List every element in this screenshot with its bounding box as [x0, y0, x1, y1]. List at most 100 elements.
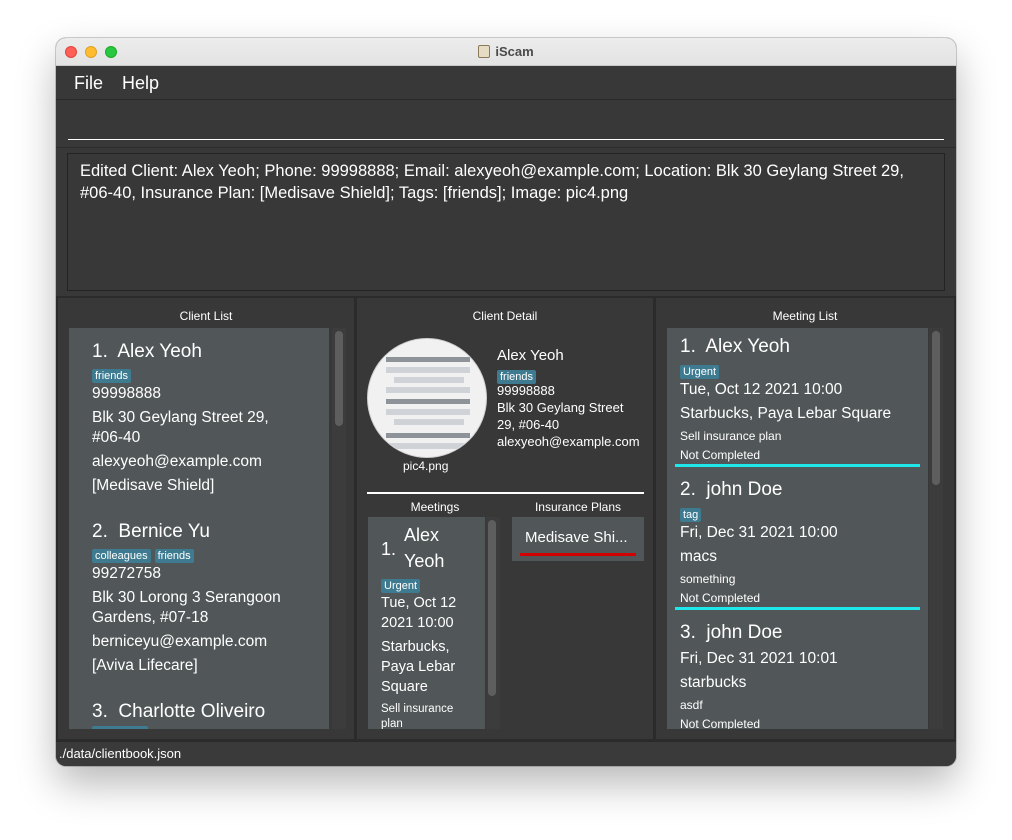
- app-window: iScam File Help Edited Client: Alex Yeoh…: [56, 38, 956, 766]
- result-display: Edited Client: Alex Yeoh; Phone: 9999888…: [67, 153, 945, 291]
- client-index: 1.: [92, 341, 108, 362]
- client-list-scrollbar[interactable]: [335, 331, 343, 426]
- meeting-tags: tag: [680, 505, 705, 523]
- status-bar-path: ./data/clientbook.json: [59, 746, 182, 761]
- photo-content: [386, 367, 470, 373]
- meeting-status: Not Completed: [680, 717, 761, 729]
- client-name: Alex Yeoh: [117, 341, 202, 362]
- meeting-location: starbucks: [680, 674, 747, 691]
- meeting-description-line-1: Sell insurance: [381, 703, 454, 715]
- meeting-name: john Doe: [706, 622, 783, 643]
- window-title-group: iScam: [56, 44, 956, 59]
- meeting-date-line-2: 2021 10:00: [381, 615, 454, 631]
- meeting-tag: tag: [680, 508, 702, 522]
- meetings-title: Meetings: [410, 500, 460, 514]
- client-phone: 99272758: [92, 565, 161, 582]
- photo-content: [386, 387, 470, 393]
- meetings-scrollbar[interactable]: [488, 520, 496, 696]
- detail-divider: [367, 492, 644, 494]
- meeting-card[interactable]: 3. john Doe Fri, Dec 31 2021 10:01 starb…: [667, 614, 928, 729]
- detail-name: Alex Yeoh: [497, 347, 564, 364]
- client-tags: friends: [92, 366, 135, 384]
- detail-address-line-2: 29, #06-40: [497, 417, 560, 432]
- client-address-line-2: Gardens, #07-18: [92, 609, 209, 626]
- meeting-status: Not Completed: [680, 591, 761, 605]
- meeting-name-line-2: Yeoh: [404, 551, 445, 571]
- app-icon: [478, 45, 491, 58]
- meeting-index: 1.: [680, 336, 696, 357]
- client-meetings-list[interactable]: 1. Alex Yeoh Urgent Tue, Oct 12 2021 10:…: [368, 517, 485, 729]
- meeting-name-line-1: Alex: [404, 525, 440, 545]
- client-list[interactable]: 1. Alex Yeoh friends 99998888 Blk 30 Gey…: [69, 328, 329, 729]
- meeting-tag: Urgent: [680, 365, 720, 379]
- insurance-plans-list[interactable]: Medisave Shi...: [512, 517, 644, 561]
- client-card[interactable]: 2. Bernice Yu colleagues friends 99272758…: [69, 508, 329, 688]
- status-bar: ./data/clientbook.json: [56, 741, 956, 766]
- client-name: Charlotte Oliveiro: [118, 701, 266, 722]
- client-name-group: 1. Alex Yeoh: [92, 341, 202, 363]
- title-bar: iScam: [56, 38, 956, 66]
- meeting-date-line-1: Tue, Oct 12: [381, 595, 457, 611]
- meeting-name-group: 1. Alex Yeoh: [680, 336, 790, 358]
- client-index: 2.: [92, 521, 108, 542]
- command-box: [56, 100, 956, 148]
- client-card[interactable]: 1. Alex Yeoh friends 99998888 Blk 30 Gey…: [69, 328, 329, 508]
- client-image-name: pic4.png: [403, 459, 449, 473]
- meeting-list-panel: Meeting List 1. Alex Yeoh Urgent Tue, Oc…: [656, 298, 954, 739]
- detail-address-line-1: Blk 30 Geylang Street: [497, 400, 624, 415]
- client-meeting-card[interactable]: 1. Alex Yeoh Urgent Tue, Oct 12 2021 10:…: [368, 517, 485, 729]
- insurance-plans-title: Insurance Plans: [534, 500, 622, 514]
- meeting-location-line-2: Paya Lebar: [381, 659, 456, 675]
- window-title: iScam: [495, 44, 534, 59]
- result-line-1: Edited Client: Alex Yeoh; Phone: 9999888…: [80, 162, 904, 180]
- client-card[interactable]: 3. Charlotte Oliveiro: [69, 688, 329, 729]
- meeting-location: macs: [680, 548, 718, 565]
- photo-content: [394, 377, 464, 383]
- client-email: alexyeoh@example.com: [92, 453, 262, 470]
- client-plan: [Medisave Shield]: [92, 477, 215, 494]
- photo-content: [386, 357, 470, 362]
- meeting-index: 1.: [381, 539, 397, 559]
- insurance-plan-item[interactable]: Medisave Shi...: [525, 529, 628, 546]
- client-detail-title: Client Detail: [472, 309, 538, 323]
- meeting-card[interactable]: 1. Alex Yeoh Urgent Tue, Oct 12 2021 10:…: [667, 328, 928, 471]
- plan-selection-underline: [520, 553, 636, 556]
- meeting-status: Not Completed: [680, 448, 761, 462]
- meeting-name: john Doe: [706, 479, 783, 500]
- client-tag: friends: [92, 369, 132, 383]
- client-address-line-1: Blk 30 Geylang Street 29,: [92, 409, 269, 426]
- detail-email: alexyeoh@example.com: [497, 434, 640, 449]
- meeting-index: 3.: [680, 622, 696, 643]
- photo-content: [386, 409, 470, 415]
- meeting-tag: Urgent: [381, 579, 421, 593]
- meeting-description: asdf: [680, 698, 703, 712]
- meeting-list-scrollbar[interactable]: [932, 331, 940, 485]
- client-address-line-2: #06-40: [92, 429, 141, 446]
- command-input[interactable]: [68, 110, 944, 140]
- client-tags: colleagues friends: [92, 546, 198, 564]
- result-line-2: #06-40, Insurance Plan: [Medisave Shield…: [80, 184, 629, 202]
- client-name: Bernice Yu: [118, 521, 210, 542]
- menu-help[interactable]: Help: [122, 73, 159, 94]
- photo-content: [386, 433, 470, 438]
- meeting-card[interactable]: 2. john Doe tag Fri, Dec 31 2021 10:00 m…: [667, 471, 928, 614]
- client-index: 3.: [92, 701, 108, 722]
- client-tag: colleagues: [92, 549, 151, 563]
- client-address-line-1: Blk 30 Lorong 3 Serangoon: [92, 589, 281, 606]
- meeting-datetime: Fri, Dec 31 2021 10:01: [680, 650, 838, 667]
- meeting-datetime: Fri, Dec 31 2021 10:00: [680, 524, 838, 541]
- meeting-list[interactable]: 1. Alex Yeoh Urgent Tue, Oct 12 2021 10:…: [667, 328, 928, 729]
- meeting-location-line-3: Square: [381, 679, 428, 695]
- client-plan: [Aviva Lifecare]: [92, 657, 198, 674]
- meeting-location: Starbucks, Paya Lebar Square: [680, 405, 892, 422]
- meeting-status-underline: [675, 464, 920, 467]
- photo-content: [386, 399, 470, 404]
- menu-file[interactable]: File: [74, 73, 103, 94]
- meeting-status-underline: [675, 607, 920, 610]
- client-tag: friends: [154, 549, 194, 563]
- photo-content: [394, 419, 464, 425]
- panels-area: Client List 1. Alex Yeoh friends 9999888…: [56, 296, 956, 741]
- detail-tag: friends: [497, 370, 537, 384]
- meeting-tags: Urgent: [381, 576, 424, 594]
- meeting-description: Sell insurance plan: [680, 429, 782, 443]
